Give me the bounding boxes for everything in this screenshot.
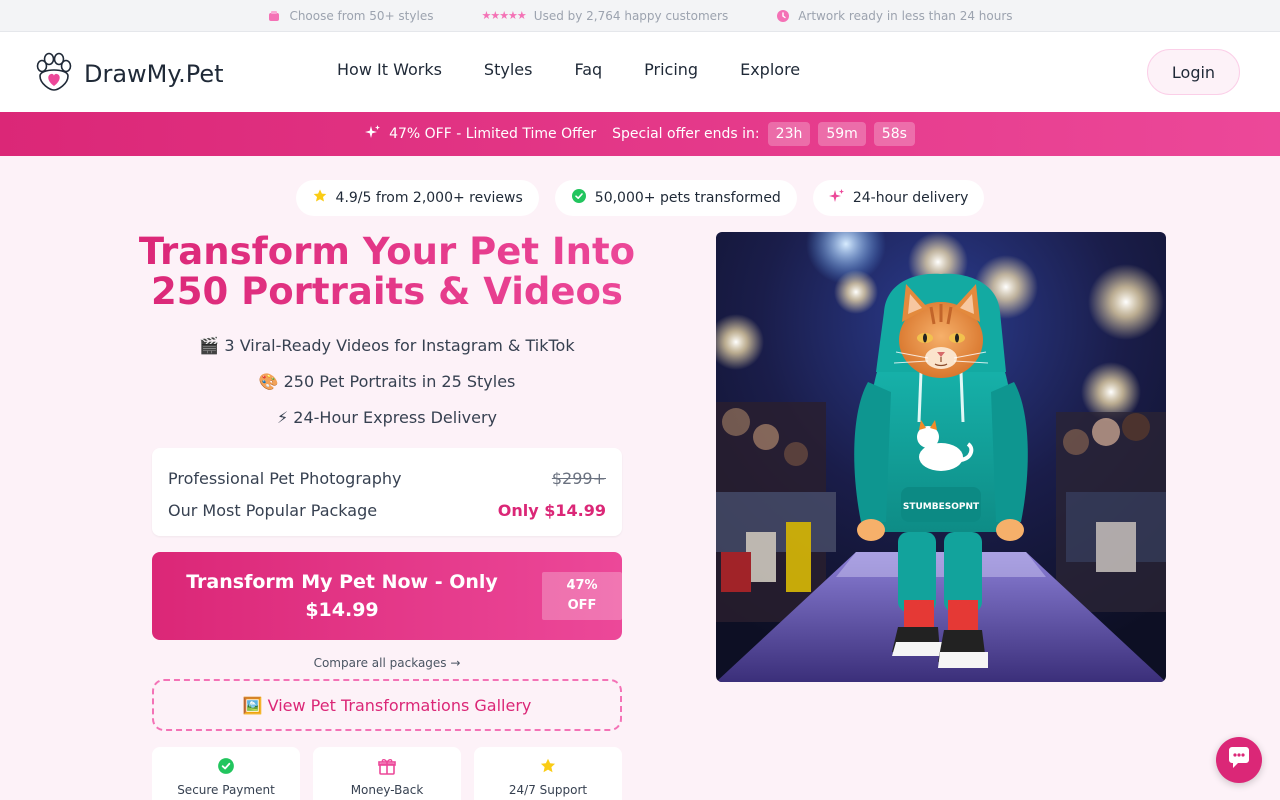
customers-info: ★★★★★ Used by 2,764 happy customers — [481, 9, 728, 23]
hoodie-print-text: STUMBESOPNT — [903, 502, 980, 512]
nav-link-pricing[interactable]: Pricing — [623, 60, 719, 79]
price-comparison: Professional Pet Photography $299+ Our M… — [152, 448, 622, 536]
trust-card-support: 24/7 Support — [474, 747, 622, 800]
styles-info-text: Choose from 50+ styles — [289, 8, 434, 23]
check-circle-icon — [571, 188, 587, 208]
cat-runway-illustration: STUMBESOPNT — [716, 232, 1166, 682]
sparkle-icon — [365, 124, 381, 144]
price-row-professional: Professional Pet Photography $299+ — [168, 462, 606, 494]
hero-pet-image: STUMBESOPNT — [716, 232, 1166, 682]
delivery-info-text: Artwork ready in less than 24 hours — [798, 8, 1013, 23]
hero-title: Transform Your Pet Into 250 Portraits & … — [130, 232, 644, 312]
compare-packages-link[interactable]: Compare all packages → — [152, 656, 622, 670]
price-row-popular: Our Most Popular Package Only $14.99 — [168, 494, 606, 526]
feature-list: 🎬 3 Viral-Ready Videos for Instagram & T… — [130, 328, 644, 436]
professional-label: Professional Pet Photography — [168, 468, 402, 488]
trust-cards: Secure Payment Money-Back 24/7 Support — [152, 747, 622, 800]
cta-label: Transform My Pet Now - Only $14.99 — [170, 568, 514, 624]
rating-badge-text: 4.9/5 from 2,000+ reviews — [335, 190, 523, 206]
sparkle-icon — [828, 188, 845, 208]
hero-left-column: Transform Your Pet Into 250 Portraits & … — [130, 232, 644, 800]
countdown-timer: 23h 59m 58s — [767, 122, 915, 146]
brand-logo[interactable]: DrawMy.Pet — [32, 52, 224, 96]
promo-banner: 47% OFF - Limited Time Offer Special off… — [0, 112, 1280, 156]
pets-badge-text: 50,000+ pets transformed — [594, 190, 781, 206]
star-icon — [539, 755, 557, 777]
promo-offer-text: 47% OFF - Limited Time Offer — [389, 126, 597, 142]
feature-delivery: ⚡ 24-Hour Express Delivery — [276, 408, 498, 427]
styles-info: Choose from 50+ styles — [267, 9, 433, 23]
nav-link-how-it-works[interactable]: How It Works — [316, 60, 463, 79]
login-button[interactable]: Login — [1147, 49, 1240, 95]
trust-label-support: 24/7 Support — [508, 783, 588, 797]
star-icon — [312, 188, 328, 208]
rating-stars-icon: ★★★★★ — [481, 9, 526, 22]
delivery-info: Artwork ready in less than 24 hours — [776, 8, 1013, 23]
gift-icon — [378, 755, 396, 777]
transform-pet-button[interactable]: Transform My Pet Now - Only $14.99 47% O… — [152, 552, 622, 640]
discount-tag: 47% OFF — [542, 572, 622, 620]
delivery-badge: 24-hour delivery — [812, 180, 985, 216]
trust-card-secure-payment: Secure Payment — [152, 747, 300, 800]
view-gallery-button[interactable]: 🖼️ View Pet Transformations Gallery — [152, 679, 622, 731]
timer-seconds: 58s — [873, 122, 915, 146]
palette-icon — [267, 9, 281, 23]
timer-minutes: 59m — [818, 122, 866, 146]
nav-link-styles[interactable]: Styles — [463, 60, 554, 79]
nav-link-explore[interactable]: Explore — [719, 60, 821, 79]
trust-badges: 4.9/5 from 2,000+ reviews 50,000+ pets t… — [0, 180, 1280, 216]
rating-badge: 4.9/5 from 2,000+ reviews — [295, 180, 539, 216]
hero-title-line1: Transform Your Pet Into — [138, 230, 636, 273]
chat-bubble-icon — [1226, 746, 1252, 774]
discount-percent: 47% — [566, 578, 598, 593]
feature-portraits: 🎨 250 Pet Portraits in 25 Styles — [258, 372, 516, 391]
nav-link-faq[interactable]: Faq — [553, 60, 623, 79]
brand-name: DrawMy.Pet — [84, 60, 224, 88]
clock-icon — [776, 9, 790, 23]
paw-heart-icon — [32, 52, 76, 96]
customers-info-text: Used by 2,764 happy customers — [533, 8, 729, 23]
chat-button[interactable] — [1216, 737, 1262, 783]
pets-badge: 50,000+ pets transformed — [554, 180, 797, 216]
top-info-bar: Choose from 50+ styles ★★★★★ Used by 2,7… — [0, 0, 1280, 32]
trust-label-secure-payment: Secure Payment — [177, 783, 275, 797]
hero-title-line2: 250 Portraits & Videos — [151, 270, 623, 313]
check-circle-icon — [217, 755, 235, 777]
feature-videos: 🎬 3 Viral-Ready Videos for Instagram & T… — [199, 336, 575, 355]
nav-links: How It Works Styles Faq Pricing Explore — [316, 60, 821, 79]
popular-label: Our Most Popular Package — [168, 500, 378, 520]
trust-label-money-back: Money-Back — [350, 783, 424, 797]
discount-off-text: OFF — [567, 598, 597, 613]
timer-hours: 23h — [767, 122, 811, 146]
delivery-badge-text: 24-hour delivery — [852, 190, 969, 206]
cta-label-line2: $14.99 — [305, 599, 379, 621]
trust-card-money-back: Money-Back — [313, 747, 461, 800]
cta-label-line1: Transform My Pet Now - Only — [186, 571, 498, 593]
popular-price: Only $14.99 — [497, 500, 606, 520]
main-nav: DrawMy.Pet How It Works Styles Faq Prici… — [0, 32, 1280, 112]
promo-ends-label: Special offer ends in: — [612, 126, 760, 142]
professional-price: $299+ — [551, 468, 606, 488]
